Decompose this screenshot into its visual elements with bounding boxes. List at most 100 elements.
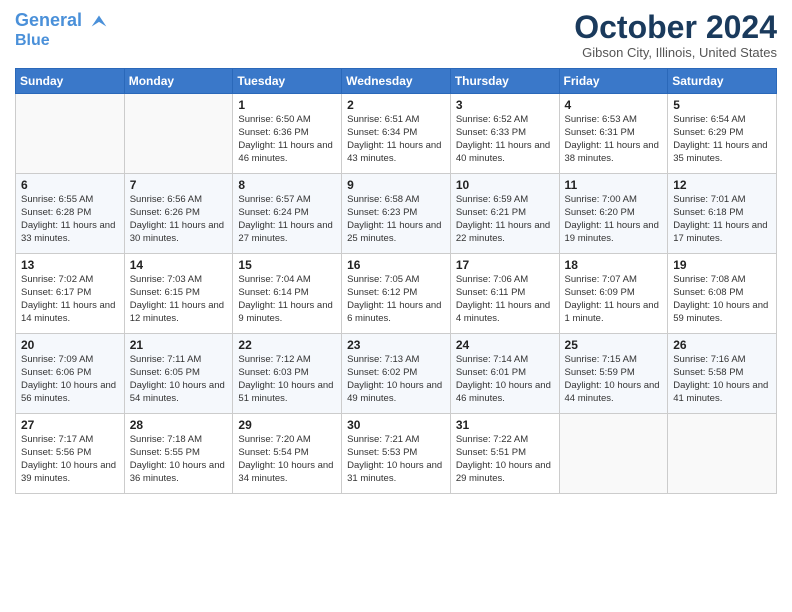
day-number: 20: [21, 338, 119, 352]
cell-content: Sunrise: 7:05 AMSunset: 6:12 PMDaylight:…: [347, 274, 445, 325]
calendar-cell: 8Sunrise: 6:57 AMSunset: 6:24 PMDaylight…: [233, 174, 342, 254]
title-block: October 2024 Gibson City, Illinois, Unit…: [574, 10, 777, 60]
calendar-cell: 26 Sunrise: 7:16 AMSunset: 5:58 PMDayligh…: [668, 334, 777, 414]
calendar-cell: 30 Sunrise: 7:21 AMSunset: 5:53 PMDayligh…: [342, 414, 451, 494]
calendar-cell: 12Sunrise: 7:01 AMSunset: 6:18 PMDayligh…: [668, 174, 777, 254]
day-number: 15: [238, 258, 336, 272]
calendar-cell: 20 Sunrise: 7:09 AMSunset: 6:06 PMDayligh…: [16, 334, 125, 414]
calendar-cell: 3 Sunrise: 6:52 AMSunset: 6:33 PMDaylight…: [450, 94, 559, 174]
calendar-cell: 25 Sunrise: 7:15 AMSunset: 5:59 PMDayligh…: [559, 334, 668, 414]
day-number: 23: [347, 338, 445, 352]
calendar-cell: [668, 414, 777, 494]
cell-content: Sunrise: 6:56 AMSunset: 6:26 PMDaylight:…: [130, 194, 228, 245]
calendar-table: SundayMondayTuesdayWednesdayThursdayFrid…: [15, 68, 777, 494]
cell-content: Sunrise: 7:11 AMSunset: 6:05 PMDaylight:…: [130, 354, 228, 405]
weekday-header-monday: Monday: [124, 69, 233, 94]
calendar-cell: 5 Sunrise: 6:54 AMSunset: 6:29 PMDaylight…: [668, 94, 777, 174]
cell-content: Sunrise: 7:08 AMSunset: 6:08 PMDaylight:…: [673, 274, 771, 325]
calendar-cell: 15 Sunrise: 7:04 AMSunset: 6:14 PMDayligh…: [233, 254, 342, 334]
calendar-cell: 31 Sunrise: 7:22 AMSunset: 5:51 PMDayligh…: [450, 414, 559, 494]
day-number: 28: [130, 418, 228, 432]
calendar-page: General Blue October 2024 Gibson City, I…: [0, 0, 792, 612]
location-title: Gibson City, Illinois, United States: [574, 45, 777, 60]
calendar-cell: 11 Sunrise: 7:00 AMSunset: 6:20 PMDayligh…: [559, 174, 668, 254]
day-number: 26: [673, 338, 771, 352]
calendar-cell: 10 Sunrise: 6:59 AMSunset: 6:21 PMDayligh…: [450, 174, 559, 254]
cell-content: Sunrise: 6:53 AMSunset: 6:31 PMDaylight:…: [565, 114, 663, 165]
weekday-header-sunday: Sunday: [16, 69, 125, 94]
cell-content: Sunrise: 7:01 AMSunset: 6:18 PMDaylight:…: [673, 194, 771, 245]
day-number: 9: [347, 178, 445, 192]
cell-content: Sunrise: 6:59 AMSunset: 6:21 PMDaylight:…: [456, 194, 554, 245]
weekday-header-tuesday: Tuesday: [233, 69, 342, 94]
week-row-2: 6Sunrise: 6:55 AMSunset: 6:28 PMDaylight…: [16, 174, 777, 254]
week-row-1: 1 Sunrise: 6:50 AMSunset: 6:36 PMDaylight…: [16, 94, 777, 174]
calendar-cell: 7 Sunrise: 6:56 AMSunset: 6:26 PMDaylight…: [124, 174, 233, 254]
day-number: 25: [565, 338, 663, 352]
day-number: 5: [673, 98, 771, 112]
calendar-cell: 17Sunrise: 7:06 AMSunset: 6:11 PMDayligh…: [450, 254, 559, 334]
cell-content: Sunrise: 7:00 AMSunset: 6:20 PMDaylight:…: [565, 194, 663, 245]
day-number: 4: [565, 98, 663, 112]
cell-content: Sunrise: 7:02 AMSunset: 6:17 PMDaylight:…: [21, 274, 119, 325]
cell-content: Sunrise: 6:54 AMSunset: 6:29 PMDaylight:…: [673, 114, 771, 165]
weekday-header-row: SundayMondayTuesdayWednesdayThursdayFrid…: [16, 69, 777, 94]
day-number: 30: [347, 418, 445, 432]
calendar-cell: 23 Sunrise: 7:13 AMSunset: 6:02 PMDayligh…: [342, 334, 451, 414]
calendar-cell: 29 Sunrise: 7:20 AMSunset: 5:54 PMDayligh…: [233, 414, 342, 494]
calendar-cell: [559, 414, 668, 494]
day-number: 3: [456, 98, 554, 112]
weekday-header-thursday: Thursday: [450, 69, 559, 94]
calendar-cell: 14Sunrise: 7:03 AMSunset: 6:15 PMDayligh…: [124, 254, 233, 334]
day-number: 31: [456, 418, 554, 432]
day-number: 22: [238, 338, 336, 352]
cell-content: Sunrise: 7:15 AMSunset: 5:59 PMDaylight:…: [565, 354, 663, 405]
cell-content: Sunrise: 6:52 AMSunset: 6:33 PMDaylight:…: [456, 114, 554, 165]
day-number: 2: [347, 98, 445, 112]
cell-content: Sunrise: 7:21 AMSunset: 5:53 PMDaylight:…: [347, 434, 445, 485]
day-number: 16: [347, 258, 445, 272]
cell-content: Sunrise: 6:50 AMSunset: 6:36 PMDaylight:…: [238, 114, 336, 165]
day-number: 11: [565, 178, 663, 192]
day-number: 27: [21, 418, 119, 432]
cell-content: Sunrise: 7:17 AMSunset: 5:56 PMDaylight:…: [21, 434, 119, 485]
day-number: 18: [565, 258, 663, 272]
calendar-cell: [16, 94, 125, 174]
cell-content: Sunrise: 7:13 AMSunset: 6:02 PMDaylight:…: [347, 354, 445, 405]
cell-content: Sunrise: 7:16 AMSunset: 5:58 PMDaylight:…: [673, 354, 771, 405]
calendar-cell: 4 Sunrise: 6:53 AMSunset: 6:31 PMDaylight…: [559, 94, 668, 174]
cell-content: Sunrise: 7:09 AMSunset: 6:06 PMDaylight:…: [21, 354, 119, 405]
cell-content: Sunrise: 7:20 AMSunset: 5:54 PMDaylight:…: [238, 434, 336, 485]
cell-content: Sunrise: 7:18 AMSunset: 5:55 PMDaylight:…: [130, 434, 228, 485]
weekday-header-saturday: Saturday: [668, 69, 777, 94]
calendar-cell: 28 Sunrise: 7:18 AMSunset: 5:55 PMDayligh…: [124, 414, 233, 494]
week-row-4: 20 Sunrise: 7:09 AMSunset: 6:06 PMDayligh…: [16, 334, 777, 414]
calendar-cell: 24 Sunrise: 7:14 AMSunset: 6:01 PMDayligh…: [450, 334, 559, 414]
cell-content: Sunrise: 6:51 AMSunset: 6:34 PMDaylight:…: [347, 114, 445, 165]
logo-text: General: [15, 10, 110, 32]
cell-content: Sunrise: 7:14 AMSunset: 6:01 PMDaylight:…: [456, 354, 554, 405]
calendar-cell: [124, 94, 233, 174]
week-row-5: 27 Sunrise: 7:17 AMSunset: 5:56 PMDayligh…: [16, 414, 777, 494]
calendar-cell: 27 Sunrise: 7:17 AMSunset: 5:56 PMDayligh…: [16, 414, 125, 494]
calendar-cell: 1 Sunrise: 6:50 AMSunset: 6:36 PMDaylight…: [233, 94, 342, 174]
day-number: 10: [456, 178, 554, 192]
calendar-cell: 19 Sunrise: 7:08 AMSunset: 6:08 PMDayligh…: [668, 254, 777, 334]
day-number: 1: [238, 98, 336, 112]
logo-blue-text: Blue: [15, 32, 110, 50]
day-number: 29: [238, 418, 336, 432]
day-number: 24: [456, 338, 554, 352]
logo-bird-icon: [88, 10, 110, 32]
cell-content: Sunrise: 7:07 AMSunset: 6:09 PMDaylight:…: [565, 274, 663, 325]
cell-content: Sunrise: 7:04 AMSunset: 6:14 PMDaylight:…: [238, 274, 336, 325]
day-number: 14: [130, 258, 228, 272]
calendar-cell: 21 Sunrise: 7:11 AMSunset: 6:05 PMDayligh…: [124, 334, 233, 414]
calendar-cell: 9 Sunrise: 6:58 AMSunset: 6:23 PMDaylight…: [342, 174, 451, 254]
day-number: 19: [673, 258, 771, 272]
cell-content: Sunrise: 6:58 AMSunset: 6:23 PMDaylight:…: [347, 194, 445, 245]
day-number: 21: [130, 338, 228, 352]
day-number: 7: [130, 178, 228, 192]
cell-content: Sunrise: 7:22 AMSunset: 5:51 PMDaylight:…: [456, 434, 554, 485]
logo: General Blue: [15, 10, 110, 50]
cell-content: Sunrise: 6:55 AMSunset: 6:28 PMDaylight:…: [21, 194, 119, 245]
